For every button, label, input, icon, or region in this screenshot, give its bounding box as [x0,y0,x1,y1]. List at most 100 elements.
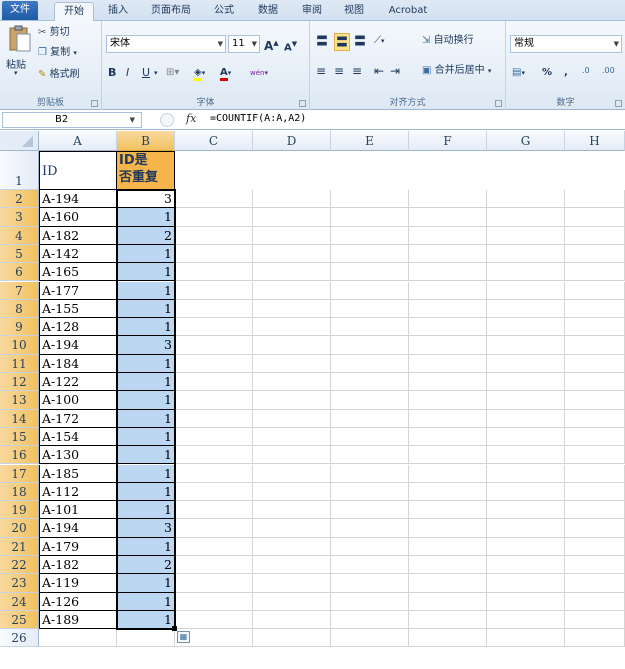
grow-font-button[interactable]: A▲ [264,35,279,54]
empty-cell[interactable] [409,574,487,593]
empty-cell[interactable] [175,263,253,282]
row-header[interactable]: 12 [0,373,39,392]
empty-cell[interactable] [175,208,253,227]
empty-cell[interactable] [487,556,565,575]
column-header-e[interactable]: E [331,131,409,151]
decrease-decimal-button[interactable]: .00 [602,63,615,79]
tab-formulas[interactable]: 公式 [210,2,238,21]
empty-cell[interactable] [253,464,331,483]
row-header[interactable]: 10 [0,336,39,355]
empty-cell[interactable] [331,336,409,355]
align-middle-button[interactable]: 〓 [334,33,351,51]
empty-cell[interactable] [409,391,487,410]
cell-id[interactable]: A-179 [39,537,117,556]
cell-id[interactable]: A-160 [39,208,117,227]
empty-cell[interactable] [175,537,253,556]
empty-cell[interactable] [331,482,409,502]
cell-duplicate-count[interactable]: 3 [117,519,175,538]
empty-cell[interactable] [487,208,565,227]
empty-cell[interactable] [175,427,253,447]
cell-id[interactable]: A-177 [39,281,117,300]
empty-cell[interactable] [175,519,253,538]
underline-button[interactable]: U [142,65,150,81]
decrease-indent-button[interactable]: ⇤ [374,63,384,79]
empty-cell[interactable] [253,190,331,209]
empty-cell[interactable] [175,409,253,428]
empty-cell[interactable] [565,574,625,593]
cell-id[interactable]: A-185 [39,464,117,483]
empty-cell[interactable] [565,464,625,483]
column-header-f[interactable]: F [409,131,487,151]
cell-duplicate-count[interactable]: 1 [117,373,175,392]
cell-duplicate-count[interactable]: 1 [117,299,175,319]
row-header[interactable]: 9 [0,318,39,337]
row-header[interactable]: 24 [0,592,39,611]
empty-cell[interactable] [175,482,253,502]
empty-cell[interactable] [175,373,253,392]
orientation-button[interactable]: ⟋▾ [374,33,385,49]
cell-id[interactable]: A-194 [39,336,117,355]
cell-duplicate-count[interactable]: 1 [117,391,175,410]
name-box[interactable]: B2 ▼ [2,112,142,128]
empty-cell[interactable] [565,519,625,538]
cell-id[interactable]: A-194 [39,190,117,209]
empty-cell[interactable] [253,281,331,300]
row-header[interactable]: 15 [0,427,39,447]
copy-button[interactable]: ❐ 复制 ▾ [38,45,77,61]
empty-cell[interactable] [409,244,487,264]
empty-cell[interactable] [487,354,565,373]
empty-cell[interactable] [331,537,409,556]
font-name-select[interactable]: 宋体 ▼ [106,35,226,53]
tab-review[interactable]: 审阅 [298,2,326,21]
empty-cell[interactable] [39,629,117,648]
empty-cell[interactable] [253,482,331,502]
empty-cell[interactable] [175,226,253,245]
empty-cell[interactable] [409,501,487,520]
paste-button[interactable]: 粘贴 ▾ [6,25,34,81]
accounting-button[interactable]: ▤▾ [512,65,525,81]
empty-cell[interactable] [331,299,409,319]
row-header[interactable]: 14 [0,409,39,428]
empty-cell[interactable] [565,537,625,556]
row-header[interactable]: 7 [0,281,39,300]
empty-cell[interactable] [253,446,331,465]
empty-cell[interactable] [487,391,565,410]
row-header[interactable]: 16 [0,446,39,465]
tab-acrobat[interactable]: Acrobat [384,2,432,21]
empty-cell[interactable] [331,263,409,282]
empty-cell[interactable] [565,263,625,282]
empty-cell[interactable] [409,519,487,538]
shrink-font-button[interactable]: A▼ [284,36,297,56]
empty-cell[interactable] [487,482,565,502]
tab-insert[interactable]: 插入 [104,2,132,21]
cell-duplicate-count[interactable]: 1 [117,501,175,520]
chevron-down-icon[interactable]: ▾ [154,65,158,81]
empty-cell[interactable] [487,629,565,648]
empty-cell[interactable] [409,299,487,319]
empty-cell[interactable] [487,519,565,538]
percent-button[interactable]: % [542,65,552,81]
cell-id[interactable]: A-130 [39,446,117,465]
tab-home[interactable]: 开始 [54,2,94,22]
column-header-d[interactable]: D [253,131,331,151]
row-header[interactable]: 21 [0,537,39,556]
empty-cell[interactable] [565,336,625,355]
insert-function-button[interactable]: fx [186,112,196,125]
row-header[interactable]: 19 [0,501,39,520]
cell-id[interactable]: A-119 [39,574,117,593]
empty-cell[interactable] [331,208,409,227]
empty-cell[interactable] [487,190,565,209]
align-center-button[interactable]: ≡ [334,63,344,79]
wrap-text-button[interactable]: ⇲ 自动换行 [422,33,474,49]
phonetic-button[interactable]: wén▾ [250,65,268,81]
empty-cell[interactable] [565,208,625,227]
empty-cell[interactable] [331,190,409,209]
cell-id[interactable]: A-184 [39,354,117,373]
cell-id[interactable]: A-128 [39,318,117,337]
cell-id[interactable]: A-165 [39,263,117,282]
cut-button[interactable]: ✂ 剪切 [38,25,70,41]
cell-id[interactable]: A-122 [39,373,117,392]
empty-cell[interactable] [253,373,331,392]
cell-duplicate-count[interactable]: 1 [117,354,175,373]
empty-cell[interactable] [487,464,565,483]
